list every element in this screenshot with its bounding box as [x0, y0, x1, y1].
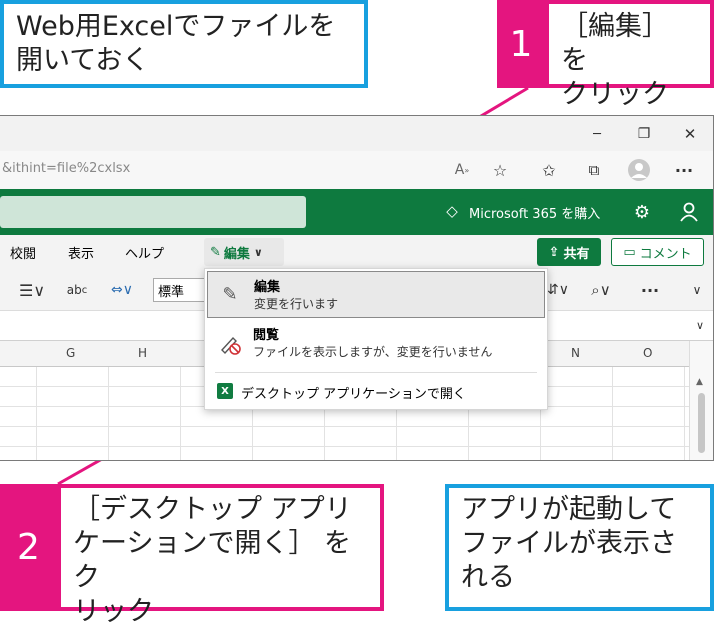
url-text: &ithint=file%2cxlsx — [2, 161, 131, 176]
step1-number-badge: 1 — [497, 0, 545, 88]
edit-mode-button[interactable]: ✎ 編集 ∨ — [204, 238, 284, 266]
edit-button-label: 編集 — [223, 246, 250, 262]
comment-button-label: コメント — [639, 246, 692, 262]
dropdown-item-open-desktop[interactable]: X デスクトップ アプリケーションで開く — [207, 376, 545, 408]
excel-app-icon: X — [217, 383, 233, 399]
ms365-buy-link[interactable]: Microsoft 365 を購入 — [469, 203, 600, 222]
dropdown-divider — [215, 372, 537, 373]
scroll-thumb[interactable] — [698, 393, 705, 453]
dropdown-edit-title: 編集 — [254, 280, 281, 295]
minimize-icon[interactable]: ─ — [585, 122, 609, 146]
chevron-down-icon: ∨ — [253, 245, 263, 259]
spellcheck-icon[interactable]: ab c — [64, 278, 90, 302]
step1-callout: ［編集］ を クリック — [545, 0, 714, 110]
dropdown-item-edit[interactable]: ✎ 編集 変更を行います — [207, 271, 545, 318]
share-button-label: 共有 — [563, 246, 590, 262]
account-icon[interactable] — [677, 200, 701, 224]
read-aloud-icon[interactable]: A» — [450, 158, 474, 182]
pencil-icon: ✎ — [222, 283, 238, 305]
address-bar[interactable]: &ithint=file%2cxlsx A» ☆ ✩ ⧉ ··· — [0, 151, 713, 189]
column-header-n[interactable]: N — [571, 346, 580, 360]
find-icon[interactable]: ⌕∨ — [583, 278, 619, 302]
number-format-box[interactable]: 標準 — [153, 278, 205, 302]
add-favorite-icon[interactable]: ☆ — [488, 158, 512, 182]
menu-review[interactable]: 校閲 — [10, 243, 36, 262]
close-icon[interactable]: ✕ — [678, 122, 702, 146]
step2-callout: ［デスクトップ アプリ ケーションで開く］ をク リック — [57, 484, 384, 627]
search-box[interactable] — [0, 196, 306, 228]
toolbar-more-icon[interactable]: ··· — [636, 278, 664, 302]
vertical-scrollbar[interactable]: ▲ — [689, 341, 713, 460]
settings-gear-icon[interactable]: ⚙ — [630, 200, 654, 224]
browser-more-icon[interactable]: ··· — [672, 158, 696, 182]
collections-icon[interactable]: ⧉ — [582, 158, 606, 182]
share-button[interactable]: ⇪ 共有 — [537, 238, 601, 266]
dropdown-desktop-label: デスクトップ アプリケーションで開く — [241, 387, 466, 402]
align-icon[interactable]: ☰∨ — [14, 278, 50, 302]
excel-web-screenshot: ─ ❐ ✕ &ithint=file%2cxlsx A» ☆ ✩ ⧉ ··· ◇… — [0, 115, 714, 461]
profile-avatar[interactable] — [627, 158, 651, 182]
share-icon: ⇪ — [548, 244, 560, 260]
scroll-up-icon[interactable]: ▲ — [696, 377, 703, 387]
result-callout: アプリが起動して ファイルが表示さ れる — [445, 484, 714, 611]
dropdown-view-desc: ファイルを表示しますが、変更を行いません — [253, 345, 493, 359]
menu-help[interactable]: ヘルプ — [125, 243, 164, 262]
menu-view[interactable]: 表示 — [68, 243, 94, 262]
column-header-g[interactable]: G — [66, 346, 75, 360]
excel-header-bar: ◇ Microsoft 365 を購入 ⚙ — [0, 189, 713, 235]
step2-number-badge: 2 — [0, 484, 57, 611]
diamond-icon: ◇ — [446, 202, 458, 220]
dropdown-view-title: 閲覧 — [253, 328, 280, 343]
restore-icon[interactable]: ❐ — [632, 122, 656, 146]
no-edit-icon — [217, 331, 243, 357]
collapse-ribbon-icon[interactable]: ∨ — [685, 278, 709, 302]
pencil-icon: ✎ — [210, 244, 221, 260]
comment-icon: ▭ — [623, 244, 636, 260]
dropdown-item-view[interactable]: 閲覧 ファイルを表示しますが、変更を行いません — [207, 321, 545, 367]
column-header-o[interactable]: O — [643, 346, 652, 360]
formula-expand-icon[interactable]: ∨ — [690, 315, 710, 335]
intro-callout: Web用Excelでファイルを 開いておく — [0, 0, 368, 88]
comment-button[interactable]: ▭ コメント — [611, 238, 704, 266]
edit-mode-dropdown: ✎ 編集 変更を行います 閲覧 ファイルを表示しますが、変更を行いません X デ… — [204, 268, 548, 410]
column-header-h[interactable]: H — [138, 346, 147, 360]
browser-titlebar: ─ ❐ ✕ — [0, 116, 713, 151]
ribbon-menu-bar: 校閲 表示 ヘルプ ✎ 編集 ∨ ⇪ 共有 ▭ コメント — [0, 235, 713, 269]
wrap-text-icon[interactable]: ⇔∨ — [104, 278, 140, 302]
sort-icon[interactable]: ⇵∨ — [546, 278, 570, 302]
favorites-icon[interactable]: ✩ — [537, 158, 561, 182]
dropdown-edit-desc: 変更を行います — [254, 297, 339, 311]
